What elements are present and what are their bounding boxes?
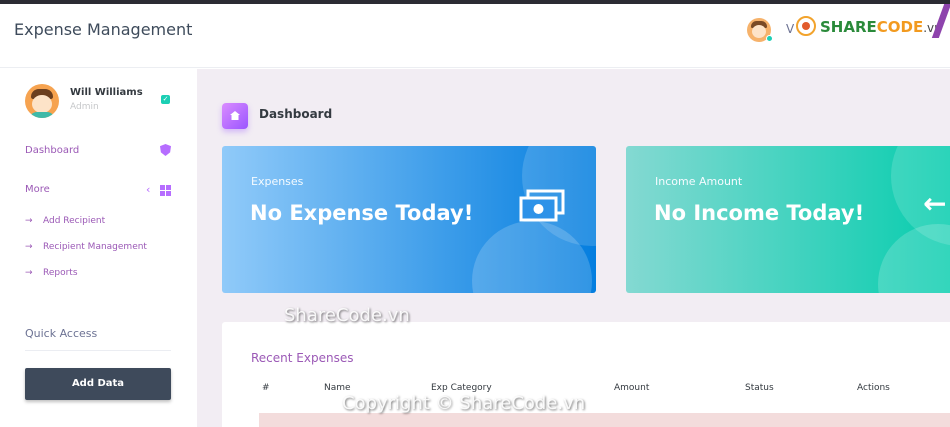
profile-role: Admin	[70, 102, 99, 112]
sharecode-logo-icon	[796, 16, 816, 36]
online-status-dot	[766, 35, 773, 42]
recent-expenses-card: Recent Expenses # Name Exp Category Amou…	[222, 322, 950, 427]
column-header: Status	[745, 383, 774, 393]
avatar-face	[32, 95, 52, 113]
card-value: No Expense Today!	[250, 201, 474, 225]
subitem-label: Add Recipient	[43, 216, 106, 226]
avatar-shirt	[29, 112, 55, 118]
divider	[25, 350, 171, 351]
card-value: No Income Today!	[654, 201, 865, 225]
logo-part1: SHARE	[820, 18, 877, 36]
app-title: Expense Management	[14, 20, 193, 39]
card-label: Income Amount	[655, 175, 743, 188]
money-icon	[519, 189, 565, 222]
chevron-left-icon[interactable]: ‹	[146, 183, 150, 196]
avatar-face	[752, 25, 766, 38]
quick-access-heading: Quick Access	[25, 327, 98, 340]
column-header: Exp Category	[431, 383, 492, 393]
grid-icon	[160, 185, 171, 196]
sidebar-subitem-add-recipient[interactable]: → Add Recipient	[25, 216, 105, 226]
profile-name: Will Williams	[70, 87, 143, 98]
arrow-left-icon: ←	[923, 187, 947, 220]
column-header: Name	[324, 383, 351, 393]
sidebar-item-dashboard[interactable]: Dashboard	[25, 145, 79, 156]
income-card: Income Amount No Income Today! ←	[626, 146, 950, 293]
sidebar-subitem-reports[interactable]: → Reports	[25, 268, 78, 278]
table-row[interactable]	[259, 413, 950, 427]
arrow-right-icon: →	[25, 268, 33, 278]
column-header: Actions	[857, 383, 890, 393]
sidebar: Will Williams Admin ✓ Dashboard More ‹ →…	[0, 69, 197, 427]
add-data-button[interactable]: Add Data	[25, 368, 171, 400]
logo-part2: CODE	[876, 18, 924, 36]
sidebar-item-more[interactable]: More	[25, 184, 50, 195]
page-icon	[222, 103, 248, 129]
user-initial[interactable]: V	[786, 22, 794, 36]
column-header: Amount	[614, 383, 650, 393]
watermark: Copyright © ShareCode.vn	[342, 393, 586, 414]
sharecode-logo: SHARECODE.vn	[820, 18, 942, 36]
main-content: Dashboard Expenses No Expense Today! Inc…	[197, 69, 950, 427]
subitem-label: Recipient Management	[43, 242, 147, 252]
verified-check-icon: ✓	[161, 95, 170, 104]
page-title: Dashboard	[259, 107, 333, 121]
watermark: ShareCode.vn	[284, 305, 410, 326]
card-decoration	[878, 224, 950, 293]
recent-expenses-title: Recent Expenses	[251, 351, 354, 365]
profile-avatar[interactable]	[25, 84, 59, 118]
top-navbar: Expense Management V SHARECODE.vn	[0, 4, 950, 68]
column-header: #	[262, 383, 270, 393]
home-icon	[230, 111, 240, 120]
card-label: Expenses	[251, 175, 304, 188]
shield-icon	[160, 144, 171, 156]
arrow-right-icon: →	[25, 242, 33, 252]
expenses-card: Expenses No Expense Today!	[222, 146, 596, 293]
subitem-label: Reports	[43, 268, 78, 278]
sidebar-subitem-recipient-management[interactable]: → Recipient Management	[25, 242, 147, 252]
arrow-right-icon: →	[25, 216, 33, 226]
